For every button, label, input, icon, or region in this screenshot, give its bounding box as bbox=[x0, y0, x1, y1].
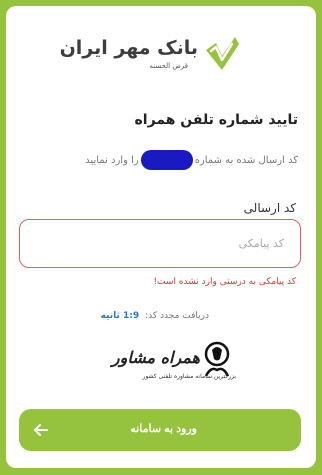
sms-code-input[interactable] bbox=[19, 219, 301, 268]
bank-subtitle: قرض الحسنه bbox=[149, 62, 188, 70]
page-description: کد ارسال شده به شماره را وارد نمایید bbox=[85, 150, 298, 170]
description-before: کد ارسال شده به شماره bbox=[194, 154, 298, 166]
bank-logo: بانک مهر ایران قرض الحسنه bbox=[6, 34, 316, 78]
login-card: بانک مهر ایران قرض الحسنه تایید شماره تل… bbox=[6, 6, 316, 468]
code-label: کد ارسالی bbox=[243, 201, 296, 215]
watermark: همراه مشاور بزرگترین سامانه مشاوره تلفنی… bbox=[106, 340, 236, 388]
watermark-title: همراه مشاور bbox=[111, 348, 200, 367]
login-button-label: ورود به سامانه bbox=[130, 423, 197, 435]
page-title: تایید شماره تلفن همراه bbox=[134, 112, 298, 128]
resend-code: دریافت مجدد کد: 1:9 ثانیه bbox=[101, 311, 209, 321]
error-message: کد پیامکی به درستی وارد نشده است! bbox=[153, 277, 296, 287]
watermark-subtitle: بزرگترین سامانه مشاوره تلفنی کشور bbox=[142, 373, 236, 380]
masked-phone-number bbox=[140, 150, 193, 170]
resend-timer[interactable]: 1:9 ثانیه bbox=[101, 311, 140, 321]
bank-name: بانک مهر ایران bbox=[59, 37, 198, 59]
login-button[interactable]: ورود به سامانه bbox=[19, 409, 301, 451]
resend-label: دریافت مجدد کد: bbox=[145, 311, 209, 321]
bank-logo-icon bbox=[206, 37, 239, 70]
description-after: را وارد نمایید bbox=[85, 154, 139, 166]
arrow-left-icon bbox=[34, 424, 48, 436]
